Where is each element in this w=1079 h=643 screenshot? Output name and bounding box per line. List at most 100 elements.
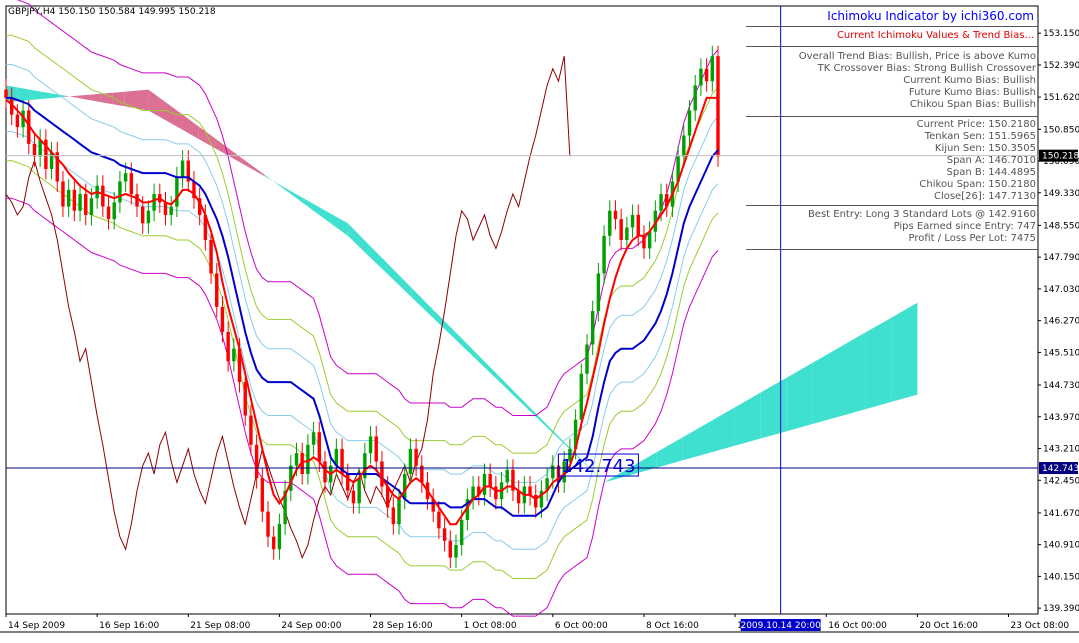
y-tick-label: 140.910	[1043, 541, 1079, 551]
kumo-segment	[17, 87, 30, 102]
candle-body	[169, 206, 173, 215]
candle-body	[146, 210, 151, 224]
y-tick-label: 152.390	[1043, 61, 1079, 71]
current-kumo-bias: Current Kumo Bias: Bullish	[903, 75, 1036, 86]
y-tick-label: 147.030	[1043, 285, 1079, 295]
panel-divider	[746, 249, 1038, 250]
candle-body	[254, 444, 259, 479]
symbol-label: GBPJPY,H4	[8, 7, 56, 17]
candle-body	[528, 486, 532, 495]
candle-body	[579, 373, 584, 420]
x-tick-label: 24 Sep 00:00	[281, 621, 341, 631]
tk-crossover-bias: TK Crossover Bias: Strong Bullish Crosso…	[817, 63, 1036, 74]
candle-body	[249, 415, 253, 445]
candle-body	[61, 181, 65, 207]
candle-body	[682, 135, 686, 157]
candle-body	[118, 181, 122, 203]
candle-body	[66, 189, 71, 207]
candle-body	[391, 507, 396, 525]
candle-body	[123, 173, 128, 182]
x-tick-label: 28 Sep 16:00	[373, 621, 433, 631]
candle-body	[89, 198, 94, 215]
candle-body	[534, 494, 538, 508]
candle-body	[659, 194, 663, 211]
chikou-span-value: Chikou Span: 150.2180	[919, 179, 1036, 190]
candle-body	[260, 478, 265, 512]
candle-body	[448, 540, 452, 558]
candle-body	[374, 436, 378, 462]
candle-body	[4, 89, 8, 98]
panel-divider	[746, 205, 1038, 206]
candle-body	[642, 235, 646, 249]
panel-divider	[746, 46, 1038, 47]
chart-area[interactable]: 142.743 153.150 152.390 151.620 150.850 150.0…	[0, 0, 1079, 640]
candle-body	[710, 56, 715, 82]
candle-body	[716, 56, 720, 157]
candle-body	[294, 453, 299, 466]
y-tick-label: 142.450	[1043, 476, 1079, 486]
marked-level-badge-text: 142.743	[1042, 464, 1079, 474]
symbol-header: GBPJPY,H4 150.150 150.584 149.995 150.21…	[8, 7, 216, 17]
candle-body	[619, 219, 623, 241]
y-tick-label: 141.670	[1043, 509, 1079, 519]
panel-divider	[746, 116, 1038, 117]
candle-body	[488, 474, 492, 487]
candle-body	[625, 227, 629, 241]
y-tick-label: 145.510	[1043, 348, 1079, 358]
candle-body	[129, 173, 134, 195]
x-tick-label: 16 Oct 00:00	[828, 621, 887, 631]
candle-body	[403, 474, 407, 500]
candle-body	[699, 68, 703, 86]
y-tick-label: 139.390	[1043, 604, 1079, 614]
candle-body	[351, 490, 356, 504]
panel-subtitle: Current Ichimoku Values & Trend Bias...	[836, 30, 1034, 41]
candle-body	[505, 469, 509, 483]
candle-body	[220, 306, 225, 332]
y-tick-label: 148.550	[1043, 221, 1079, 231]
candle-body	[140, 206, 145, 224]
candle-body	[232, 348, 236, 362]
panel-divider	[746, 26, 1038, 27]
candle	[716, 45, 720, 167]
candle-body	[551, 465, 555, 479]
candle-body	[152, 194, 156, 211]
candle-body	[613, 210, 618, 220]
y-tick-label: 144.730	[1043, 381, 1079, 391]
candle-body	[482, 474, 487, 495]
x-tick-label: 14 Sep 2009	[8, 621, 65, 631]
span-a-value: Span A: 146.7010	[946, 155, 1036, 166]
candle-body	[397, 499, 401, 525]
kumo-segment	[136, 89, 149, 111]
candle-body	[226, 331, 230, 362]
candle-body	[585, 344, 589, 374]
candle-body	[704, 68, 709, 82]
y-tick-label: 143.970	[1043, 413, 1079, 423]
x-tick-label: 23 Oct 08:00	[1010, 621, 1069, 631]
candle-body	[209, 240, 213, 274]
span-b-value: Span B: 144.4895	[946, 167, 1036, 178]
candle-body	[608, 210, 612, 236]
candle-body	[72, 189, 77, 211]
candle-body	[437, 511, 441, 529]
y-tick-label: 150.850	[1043, 125, 1079, 135]
candle-body	[357, 478, 361, 504]
y-tick-label: 151.620	[1043, 93, 1079, 103]
candle-body	[693, 85, 697, 111]
x-tick-label: 20 Oct 16:00	[919, 621, 978, 631]
time-marker-label: 2009.10.14 20:00	[740, 621, 821, 631]
pips-earned: Pips Earned since Entry: 747	[893, 221, 1036, 232]
candle-body	[84, 194, 88, 215]
close-26-value: Close[26]: 147.7130	[933, 191, 1036, 202]
candle-body	[630, 214, 635, 228]
current-price-badge-text: 150.218	[1042, 152, 1079, 162]
candle-body	[311, 432, 316, 445]
candle-body	[175, 177, 179, 207]
x-tick-label: 8 Oct 16:00	[646, 621, 699, 631]
candle-body	[317, 432, 321, 462]
panel-title: Ichimoku Indicator by ichi360.com	[827, 9, 1034, 23]
marked-level-text: 142.743	[561, 456, 635, 477]
candle-body	[647, 231, 652, 249]
candle-body	[163, 202, 168, 215]
ohlc-label: 150.150 150.584 149.995 150.218	[58, 7, 216, 17]
candle-body	[112, 202, 116, 220]
